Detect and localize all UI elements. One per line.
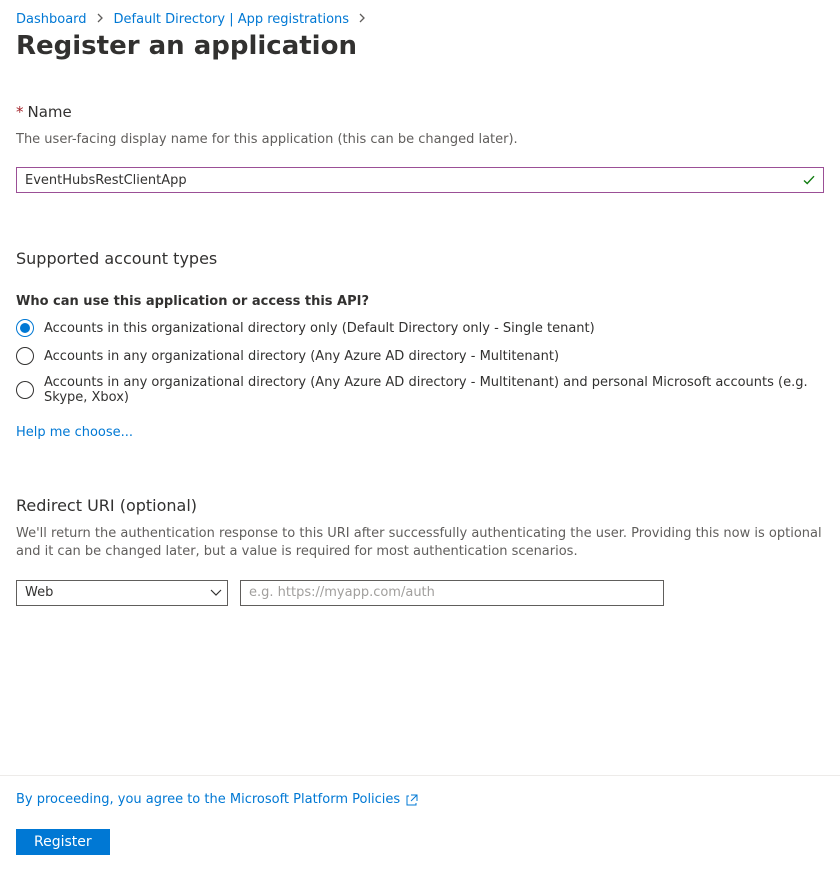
platform-policies-link[interactable]: Microsoft Platform Policies — [230, 792, 400, 807]
radio-label: Accounts in this organizational director… — [44, 321, 595, 336]
breadcrumb-dashboard[interactable]: Dashboard — [16, 12, 87, 27]
app-name-input[interactable] — [16, 167, 824, 193]
radio-label: Accounts in any organizational directory… — [44, 349, 559, 364]
account-type-option-multitenant-personal[interactable]: Accounts in any organizational directory… — [16, 375, 824, 405]
help-me-choose-link[interactable]: Help me choose... — [16, 425, 133, 440]
name-label: *Name — [16, 103, 824, 121]
account-types-section: Supported account types Who can use this… — [16, 249, 824, 440]
name-section: *Name The user-facing display name for t… — [16, 103, 824, 193]
agree-line: By proceeding, you agree to the Microsof… — [16, 792, 824, 807]
redirect-help-text: We'll return the authentication response… — [16, 525, 824, 561]
redirect-type-selected: Web — [25, 585, 53, 600]
agree-prefix: By proceeding, you agree to the — [16, 792, 230, 807]
required-asterisk: * — [16, 103, 24, 121]
chevron-right-icon — [97, 13, 104, 26]
account-type-option-multitenant[interactable]: Accounts in any organizational directory… — [16, 347, 824, 365]
radio-icon — [16, 319, 34, 337]
checkmark-icon — [802, 173, 816, 187]
radio-icon — [16, 347, 34, 365]
account-types-radio-group: Accounts in this organizational director… — [16, 319, 824, 405]
radio-icon — [16, 381, 34, 399]
footer: By proceeding, you agree to the Microsof… — [0, 775, 840, 877]
breadcrumb: Dashboard Default Directory | App regist… — [16, 10, 824, 27]
redirect-uri-input[interactable] — [240, 580, 664, 606]
redirect-type-select[interactable]: Web — [16, 580, 228, 606]
chevron-right-icon — [359, 13, 366, 26]
page-title: Register an application — [16, 31, 824, 61]
register-button[interactable]: Register — [16, 829, 110, 855]
account-type-option-single-tenant[interactable]: Accounts in this organizational director… — [16, 319, 824, 337]
external-link-icon — [406, 794, 418, 806]
account-types-heading: Supported account types — [16, 249, 824, 268]
redirect-heading: Redirect URI (optional) — [16, 496, 824, 515]
name-help-text: The user-facing display name for this ap… — [16, 131, 824, 149]
radio-label: Accounts in any organizational directory… — [44, 375, 824, 405]
breadcrumb-directory[interactable]: Default Directory | App registrations — [114, 12, 350, 27]
account-types-subheading: Who can use this application or access t… — [16, 294, 824, 309]
redirect-uri-section: Redirect URI (optional) We'll return the… — [16, 496, 824, 605]
